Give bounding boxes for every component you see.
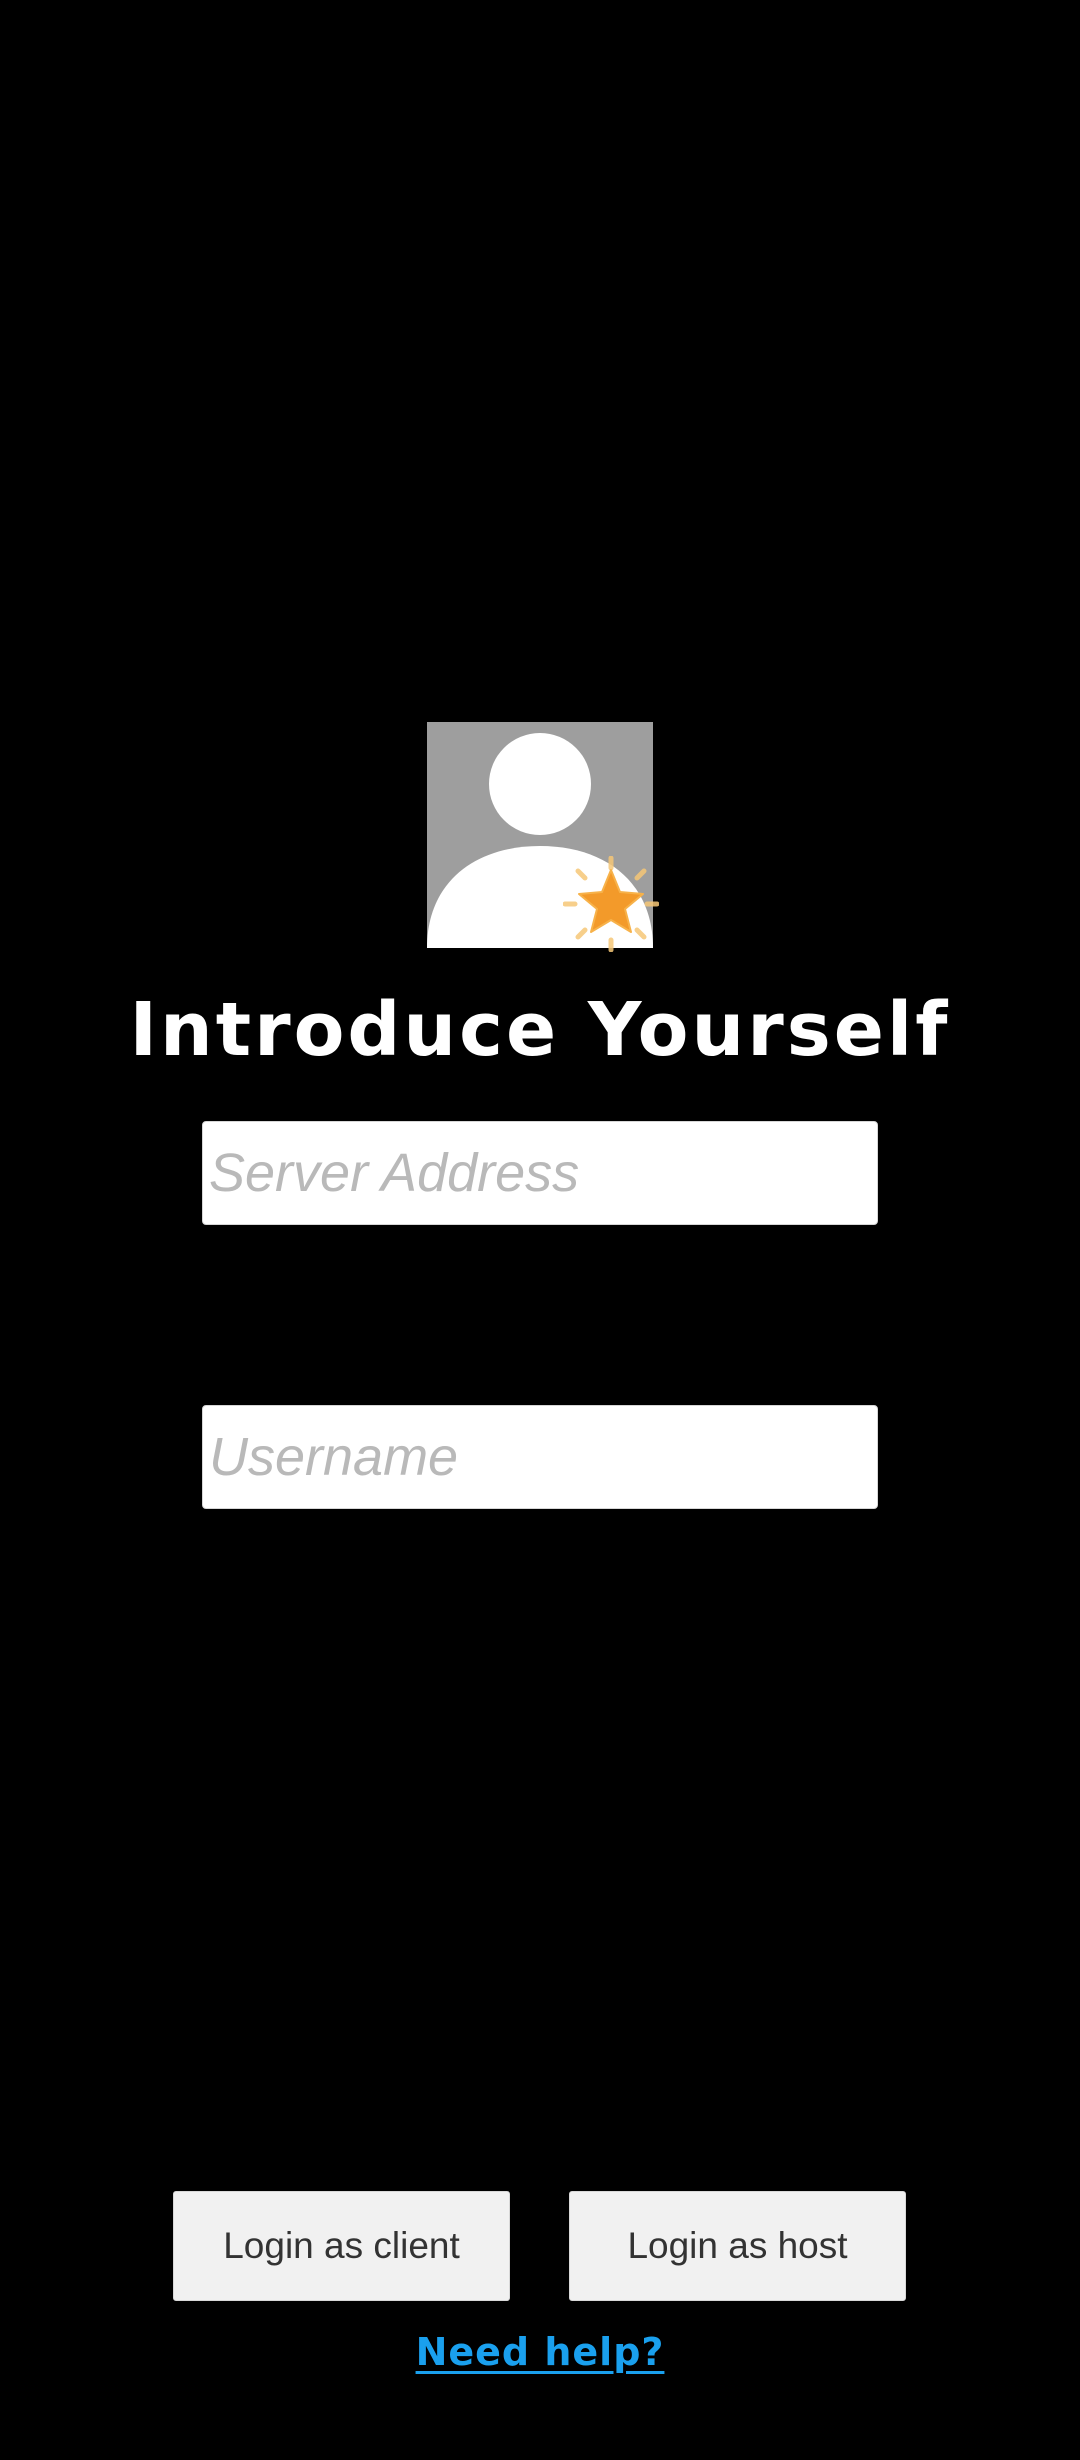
login-as-client-button[interactable]: Login as client [173, 2191, 510, 2301]
page-title: Introduce Yourself [129, 987, 951, 1073]
star-badge-icon [563, 856, 659, 952]
login-as-host-button[interactable]: Login as host [569, 2191, 906, 2301]
need-help-link[interactable]: Need help? [416, 2330, 665, 2374]
username-input[interactable] [202, 1405, 878, 1509]
help-container: Need help? [0, 2330, 1080, 2374]
server-address-input[interactable] [202, 1121, 878, 1225]
